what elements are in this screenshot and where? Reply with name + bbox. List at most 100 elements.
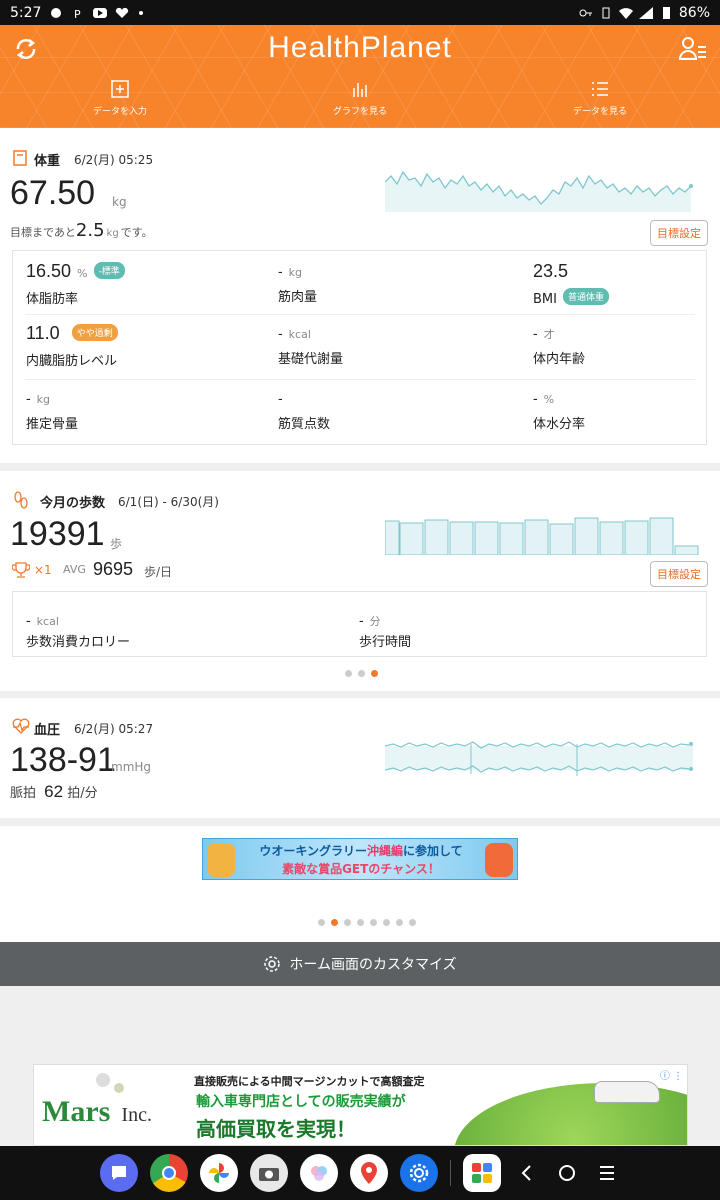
metric-unit: kg <box>288 266 303 279</box>
banner-dot[interactable] <box>318 919 325 926</box>
user-menu-icon[interactable] <box>678 35 708 63</box>
banner-area: ウオーキングラリー沖縄編に参加して 素敵な賞品GETのチャンス！ <box>0 826 720 942</box>
metric-value: - <box>533 325 538 341</box>
app-drawer-icon[interactable] <box>462 1154 501 1192</box>
back-icon[interactable] <box>513 1159 541 1187</box>
banner-dot[interactable] <box>383 919 390 926</box>
page-dot-active[interactable] <box>371 670 378 677</box>
signal-icon <box>638 6 653 19</box>
metric-unit: kg <box>36 393 51 406</box>
status-time: 5:27 <box>10 4 42 21</box>
steps-date-range: 6/1(日) - 6/30(月) <box>118 495 219 509</box>
goal-unit: kg <box>106 228 119 239</box>
p-app-icon: P <box>74 8 81 19</box>
steps-unit: 歩 <box>110 537 123 551</box>
banner-dot[interactable] <box>357 919 364 926</box>
steps-card[interactable]: 今月の歩数 6/1(日) - 6/30(月) 19391 歩 ×1 AVG 96… <box>0 471 720 691</box>
metric-unit: % <box>543 393 555 406</box>
app-header: HealthPlanet データを入力 グラフを見る データを見る <box>0 25 720 128</box>
chrome-app-icon[interactable] <box>149 1154 188 1192</box>
banner-dot-active[interactable] <box>331 919 338 926</box>
ad-line3: 高価買取を実現！ <box>196 1117 356 1141</box>
banner-dot[interactable] <box>344 919 351 926</box>
heart-icon <box>116 7 129 18</box>
weight-unit: kg <box>112 195 127 209</box>
view-graph-label: グラフを見る <box>332 107 387 117</box>
key-icon <box>579 9 592 16</box>
photos-app-icon[interactable] <box>199 1154 238 1192</box>
view-data-label: データを見る <box>572 107 627 117</box>
avg-value: 9695 <box>93 559 134 579</box>
walk-time-cell: -分 歩行時間 <box>359 610 411 650</box>
weight-card[interactable]: 体重 6/2(月) 05:25 67.50 kg 目標まであと2.5 kg です。 … <box>0 128 720 463</box>
page-dot[interactable] <box>345 670 352 677</box>
metric-cell: 16.50% -標準 体脂肪率 <box>26 261 125 307</box>
banner-text-a: ウオーキングラリー <box>259 844 367 858</box>
vibrate-icon <box>602 7 610 18</box>
camera-app-icon[interactable] <box>249 1154 288 1192</box>
view-graph-button[interactable]: グラフを見る <box>240 80 480 117</box>
goal-suffix: です。 <box>120 226 153 239</box>
list-icon <box>592 82 608 96</box>
shisa-right-icon <box>485 843 513 877</box>
status-bar: 5:27 P 86% <box>0 0 720 25</box>
metric-cell: - 筋質点数 <box>278 388 330 432</box>
blood-pressure-card[interactable]: 血圧 6/2(月) 05:27 138-91 mmHg 脈拍 62 拍/分 <box>0 698 720 818</box>
page-dot[interactable] <box>358 670 365 677</box>
customize-home-button[interactable]: ホーム画面のカスタマイズ <box>0 942 720 986</box>
banner-page-indicator[interactable] <box>318 919 416 926</box>
add-data-icon <box>111 80 129 98</box>
bp-unit: mmHg <box>111 760 152 774</box>
ad-brand-logo: Mars Inc. <box>42 1095 152 1129</box>
customize-label: ホーム画面のカスタマイズ <box>289 957 457 973</box>
view-data-button[interactable]: データを見る <box>480 80 720 117</box>
metric-label: 内臓脂肪レベル <box>26 354 118 369</box>
metric-label: 筋質点数 <box>278 417 331 432</box>
settings-app-icon[interactable] <box>399 1154 438 1192</box>
enter-data-button[interactable]: データを入力 <box>0 80 240 117</box>
ad-line1: 直接販売による中間マージンカットで高額査定 <box>194 1075 425 1088</box>
ad-car-image <box>594 1081 660 1103</box>
body-metrics-grid: 16.50% -標準 体脂肪率 - kg 筋肉量 23.5 BMI 普通体重 11.0 やや過剰 内臓… <box>12 250 707 445</box>
metric-unit: 才 <box>543 328 555 341</box>
maps-app-icon[interactable] <box>349 1154 388 1192</box>
pulse-value: 62 <box>44 782 64 801</box>
bar-chart-icon <box>353 83 367 97</box>
pulse: 脈拍 62 拍/分 <box>10 782 98 802</box>
steps-page-indicator[interactable] <box>345 670 378 677</box>
metric-label: 体脂肪率 <box>26 292 79 307</box>
avg-unit: 歩/日 <box>144 565 173 579</box>
metric-cell: - kg 筋肉量 <box>278 261 317 305</box>
steps-details: - kcal 歩数消費カロリー -分 歩行時間 <box>12 591 707 657</box>
metric-cell: 23.5 BMI 普通体重 <box>533 261 609 307</box>
steps-value: 19391 <box>10 515 105 553</box>
weight-date: 6/2(月) 05:25 <box>74 153 154 167</box>
metric-value: - <box>278 263 283 279</box>
ad-brand: Mars <box>42 1095 111 1128</box>
shisa-left-icon <box>207 843 235 877</box>
metric-cell: - kg 推定骨量 <box>26 388 78 432</box>
steps-goal-button[interactable]: 目標設定 <box>650 561 708 587</box>
weight-goal-button[interactable]: 目標設定 <box>650 220 708 246</box>
menu-icon[interactable] <box>593 1159 621 1187</box>
steps-bar-chart <box>385 517 699 555</box>
app-title: HealthPlanet <box>268 31 452 64</box>
ad-info-icon[interactable]: ⓘ ⋮ <box>660 1067 683 1082</box>
metric-label: 筋肉量 <box>278 290 318 305</box>
youtube-icon <box>93 7 108 18</box>
banner-dot[interactable] <box>409 919 416 926</box>
messages-app-icon[interactable] <box>99 1154 138 1192</box>
walking-rally-banner[interactable]: ウオーキングラリー沖縄編に参加して 素敵な賞品GETのチャンス！ <box>202 838 518 880</box>
banner-dot[interactable] <box>370 919 377 926</box>
assistant-app-icon[interactable] <box>299 1154 338 1192</box>
advertisement[interactable]: Mars Inc. 直接販売による中間マージンカットで高額査定 輸入車専門店とし… <box>33 1064 688 1146</box>
pulse-unit: 拍/分 <box>67 786 98 801</box>
ad-line2: 輸入車専門店としての販売実績が <box>196 1094 406 1110</box>
gear-icon <box>264 956 281 972</box>
home-icon[interactable] <box>553 1159 581 1187</box>
banner-text-c: に参加して <box>403 844 463 858</box>
banner-dot[interactable] <box>396 919 403 926</box>
metric-value: - <box>533 390 538 406</box>
steps-calorie-label: 歩数消費カロリー <box>26 635 131 650</box>
ad-brand-suffix: Inc. <box>121 1104 152 1126</box>
